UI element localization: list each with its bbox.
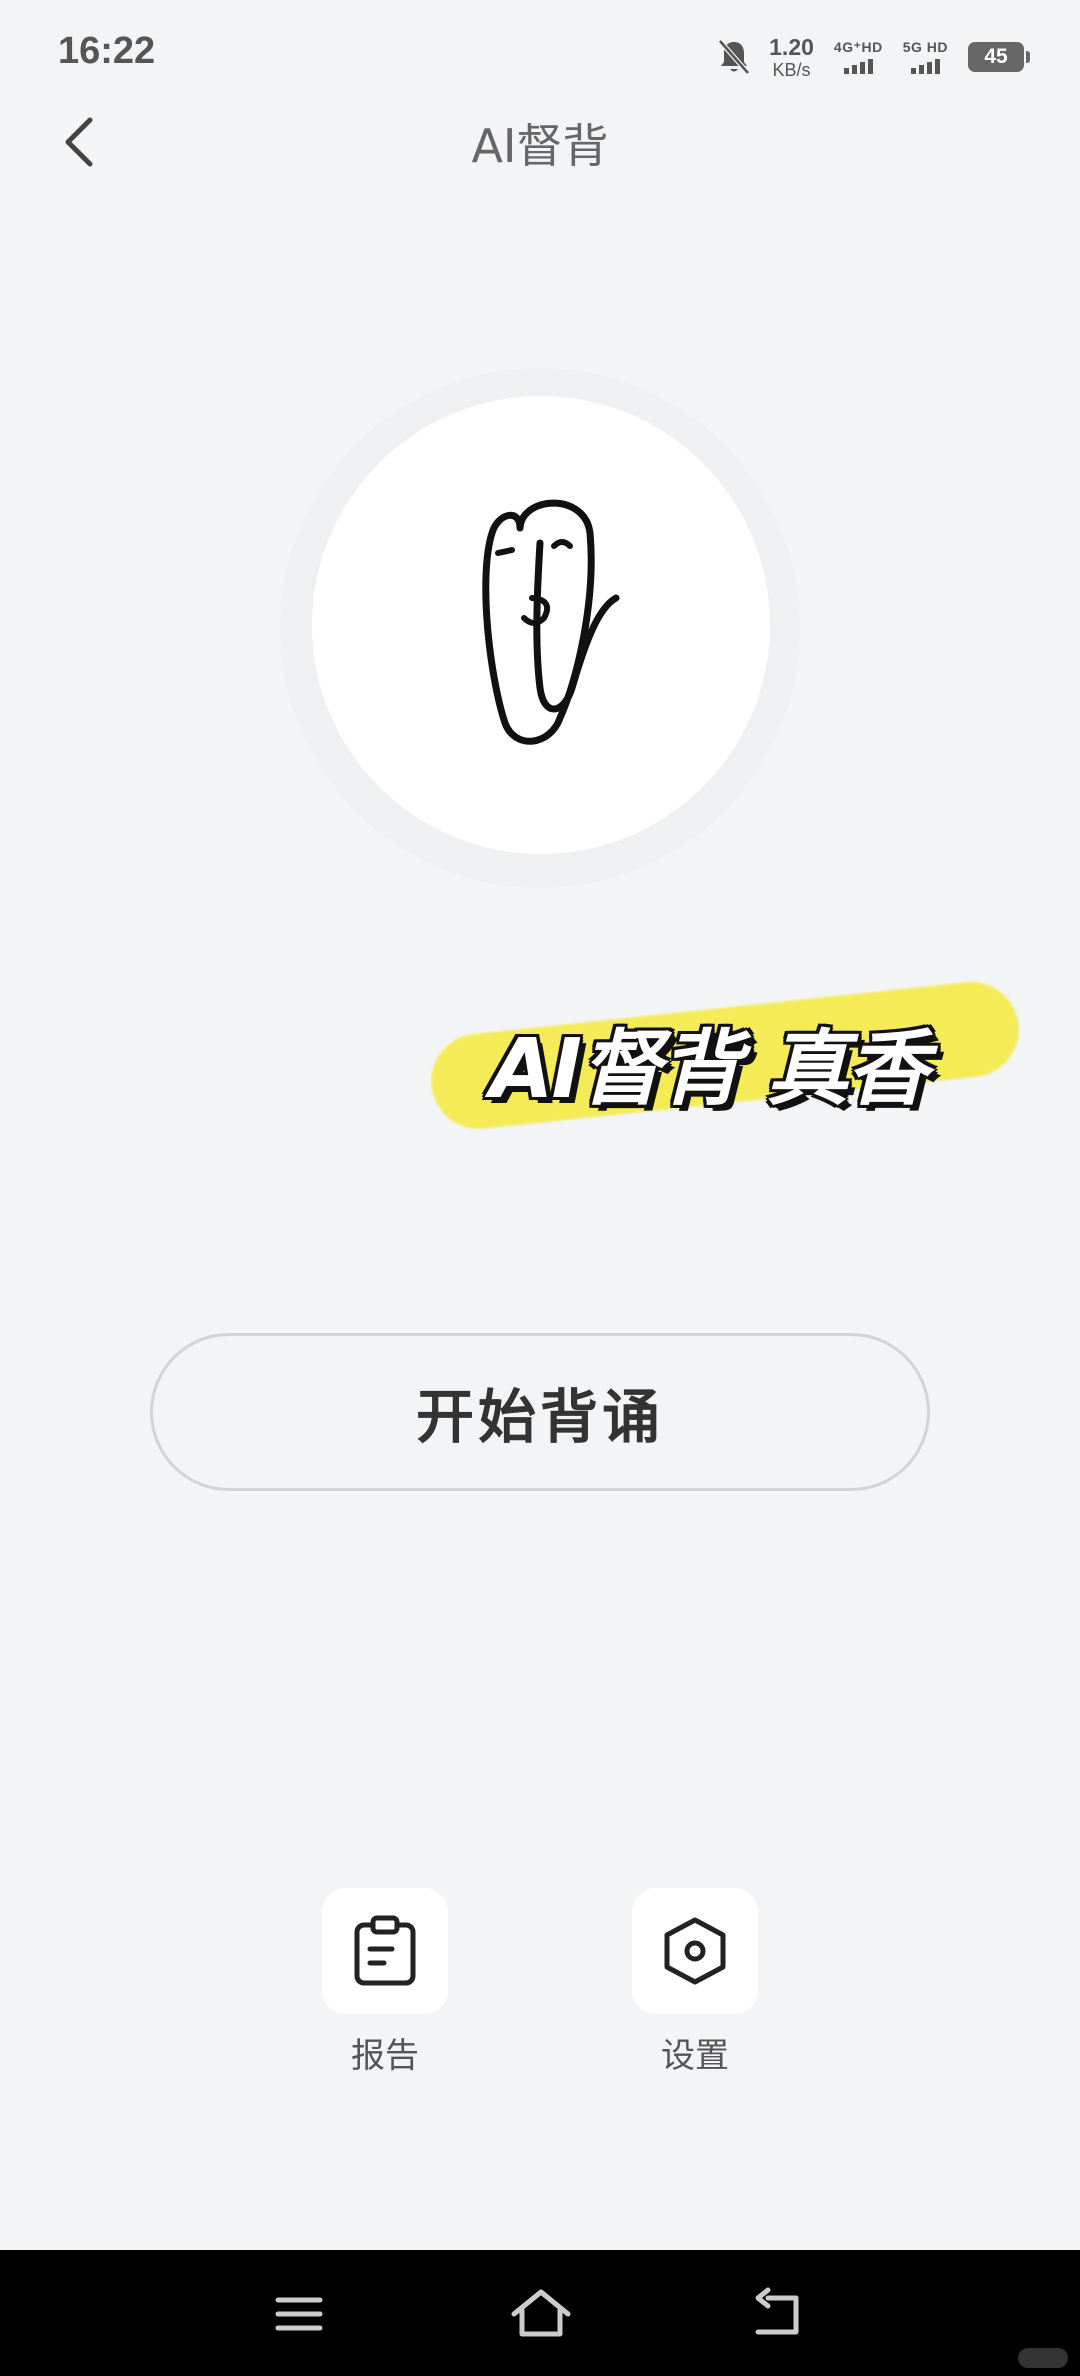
report-button[interactable]: 报告 [322, 1888, 452, 2077]
bell-muted-icon [718, 39, 751, 75]
header: AI督背 [0, 100, 1080, 180]
report-tile[interactable] [322, 1888, 448, 2014]
network-speed: 1.20 KB/s [769, 33, 814, 80]
settings-label: 设置 [661, 2036, 729, 2076]
sim2-label: 5G HD [902, 39, 948, 55]
report-label: 报告 [351, 2036, 419, 2076]
battery-icon: 45 [968, 42, 1030, 72]
settings-button[interactable]: 设置 [632, 1888, 762, 2077]
sim2-signal: 5G HD [903, 40, 948, 74]
battery-level: 45 [984, 45, 1008, 68]
speed-value: 1.20 [769, 33, 814, 60]
back-icon[interactable] [746, 2286, 816, 2342]
page-title: AI督背 [471, 119, 609, 173]
signal-icon [910, 58, 940, 74]
start-recite-button[interactable]: 开始背诵 [150, 1333, 930, 1491]
status-bar: 16:22 1.20 KB/s 4G⁺HD 5G HD 45 [0, 0, 1080, 110]
slogan-banner: AI督背 真香 [420, 977, 1024, 1134]
paperclip-mascot-icon [482, 499, 620, 745]
hexagon-settings-icon [664, 1917, 726, 1985]
sim1-signal: 4G⁺HD [834, 40, 883, 74]
sim1-label: 4G⁺HD [833, 39, 883, 55]
status-icons: 1.20 KB/s 4G⁺HD 5G HD 45 [717, 33, 1030, 80]
system-navigation-bar [0, 2250, 1080, 2376]
status-time: 16:22 [58, 30, 156, 72]
watermark-badge [1018, 2348, 1068, 2368]
settings-tile[interactable] [632, 1888, 758, 2014]
slogan-text: AI督背 真香 [490, 1022, 929, 1117]
signal-icon [843, 58, 873, 74]
clipboard-icon [354, 1915, 416, 1986]
speed-unit: KB/s [772, 59, 811, 80]
menu-icon[interactable] [264, 2286, 334, 2342]
home-icon[interactable] [506, 2286, 576, 2342]
